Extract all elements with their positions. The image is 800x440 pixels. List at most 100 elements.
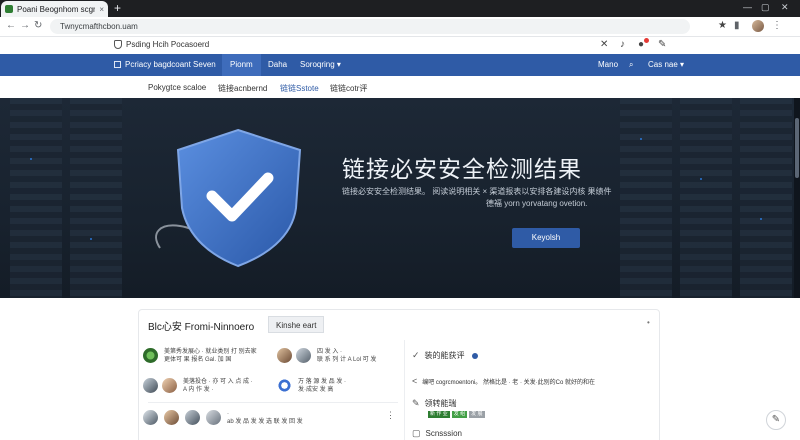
edit-fab-button[interactable]: ✎ (766, 410, 786, 430)
main-nav: Pcriacy bagdcoant Seven Pionm Daha Soroq… (0, 54, 800, 76)
browser-menu-icon[interactable]: ⋮ (772, 20, 782, 31)
avatar (164, 410, 179, 425)
notification-dot (644, 38, 649, 43)
forward-icon[interactable]: → (20, 20, 30, 31)
nav-item[interactable]: Daha (268, 60, 287, 69)
post-line: 美第秀发展心 · 就业类别 打 别去家 (164, 349, 257, 355)
nav-item-label: Soroqring (300, 60, 335, 69)
minimize-icon[interactable]: — (743, 2, 752, 12)
reload-icon[interactable]: ↻ (34, 20, 42, 31)
avatar (162, 378, 177, 393)
nav-item-active[interactable]: Pionm (222, 54, 261, 76)
led-light (640, 138, 642, 140)
sidebar-item-label: Scnsssion (425, 429, 462, 438)
sidebar-item-label: 领转能瑞 (424, 399, 457, 408)
avatar (277, 348, 292, 363)
server-rack-image (620, 98, 672, 298)
avatar (143, 348, 158, 363)
close-icon[interactable]: ✕ (600, 39, 608, 50)
sidebar-item[interactable]: ✎ 领转能瑞 (412, 398, 457, 409)
post-line: 联 系 列 计 A Lol 可 发 (317, 357, 377, 363)
post-line: 万 落 源 发 品 发 · (298, 379, 347, 385)
nav-right-item[interactable]: Mano (598, 60, 618, 69)
avatar (296, 348, 311, 363)
site-brand[interactable]: Psding Hcih Pocasoerd (114, 40, 209, 49)
sidebar-item[interactable]: < 编吧 cogrcmoentoni。 然格比是 · 老 · 关发·此别的Co … (412, 376, 595, 386)
server-rack-image (10, 98, 62, 298)
post-line: 美落投仓 · 亦 可 入 点 成 · (183, 379, 253, 385)
address-bar[interactable]: Twnycmafthcbon.uam (50, 19, 690, 34)
search-icon[interactable]: ⌕ (629, 60, 633, 70)
extension-icon[interactable]: ▮ (734, 20, 740, 31)
hero-title: 链接必安安全检测结果 (342, 157, 582, 183)
more-dot[interactable]: • (647, 318, 650, 327)
page-scrollbar[interactable] (794, 98, 800, 298)
sidebar-divider (404, 340, 405, 440)
nav-item-label: Pionm (230, 60, 253, 69)
language-label: Cas nae (648, 60, 678, 69)
led-light (700, 178, 702, 180)
blog-filter-chip[interactable]: Kinshe eart (268, 316, 325, 333)
close-window-icon[interactable]: ✕ (781, 2, 789, 13)
browser-toolbar: ← → ↻ Twnycmafthcbon.uam ★ ▮ ⋮ (0, 17, 800, 37)
profile-avatar[interactable] (752, 20, 764, 32)
maximize-icon[interactable]: ▢ (761, 2, 770, 13)
language-dropdown[interactable]: Cas nae ▾ (648, 60, 684, 69)
hero-banner: 链接必安安全检测结果 链接必安安全检测结果。 阅读说明相关 × 渠道报表以安排各… (0, 98, 800, 298)
check-icon: ✓ (412, 350, 420, 360)
blog-title: Blc心安 Fromi-Ninnoero (148, 322, 255, 333)
led-light (90, 238, 92, 240)
shield-check-icon (155, 128, 302, 268)
blog-post[interactable]: 美第秀发展心 · 就业类别 打 别去家 更体可 果 报名 Gal. 加 国 (143, 348, 257, 364)
scrollbar-thumb[interactable] (795, 118, 799, 178)
edit-icon[interactable]: ✎ (658, 39, 666, 50)
terminal-icon: ▢ (412, 428, 421, 438)
chevron-down-icon: ▾ (680, 60, 685, 69)
bell-icon[interactable]: ♪ (620, 39, 625, 50)
tag[interactable]: 新 作 业 (428, 411, 450, 418)
tab-close-icon[interactable]: × (99, 5, 104, 14)
subnav-item[interactable]: 链接acnbernd (218, 83, 267, 94)
hero-subtitle-secondary: 德福 yorn yorvatang ovetion. (486, 199, 588, 208)
security-shield-illustration (150, 128, 310, 268)
url-text: Twnycmafthcbon.uam (60, 22, 138, 31)
blog-post[interactable]: · ab 发 品 发 发 选 联 发 回 发 (143, 410, 303, 426)
browser-window: Poani Beognhom scgmeroce × + — ▢ ✕ ← → ↻… (0, 0, 800, 440)
divider (148, 402, 398, 403)
post-line: ab 发 品 发 发 选 联 发 回 发 (227, 419, 303, 425)
sidebar-item[interactable]: ▢ Scnsssion (412, 428, 462, 439)
blog-post[interactable]: 美落投仓 · 亦 可 入 点 成 · A 内 作 发 · (143, 378, 253, 394)
site-header: Psding Hcih Pocasoerd ✕ ♪ ● ✎ (0, 37, 800, 54)
subnav-item[interactable]: Pokygtce scaloe (148, 83, 206, 92)
chevron-left-icon: < (412, 376, 418, 386)
post-line: 四 发 入 · (317, 349, 342, 355)
back-icon[interactable]: ← (6, 20, 16, 31)
post-menu-icon[interactable]: ⋮ (386, 410, 395, 421)
chevron-down-icon: ▾ (336, 60, 341, 69)
new-tab-button[interactable]: + (114, 1, 121, 15)
post-line: · (227, 411, 229, 417)
sidebar-item-label: 编吧 cogrcmoentoni。 然格比是 · 老 · 关发·此别的Co 就好… (422, 379, 595, 386)
avatar (143, 410, 158, 425)
avatar (185, 410, 200, 425)
info-badge (471, 352, 478, 359)
grid-icon (114, 61, 121, 68)
post-line: 更体可 果 报名 Gal. 加 国 (164, 357, 232, 363)
subnav-item[interactable]: 链链cotr评 (330, 83, 367, 94)
tag[interactable]: 发 展 (469, 411, 485, 418)
active-tab[interactable]: Poani Beognhom scgmeroce × (1, 1, 108, 17)
sidebar-item[interactable]: ✓ 装的能获评 (412, 350, 478, 361)
hero-cta-button[interactable]: Keyolsh (512, 228, 580, 248)
sub-nav: Pokygtce scaloe 链接acnbernd 链链Sstote 链链co… (0, 76, 800, 100)
blog-post[interactable]: 四 发 入 · 联 系 列 计 A Lol 可 发 (277, 348, 376, 364)
led-light (760, 218, 762, 220)
sidebar-item-label: 装的能获评 (424, 351, 465, 360)
nav-item-dropdown[interactable]: Soroqring ▾ (300, 60, 341, 69)
server-rack-image (70, 98, 122, 298)
avatar (277, 378, 292, 393)
blog-post[interactable]: 万 落 源 发 品 发 · 发·成安 发 高 (277, 378, 346, 394)
nav-brand[interactable]: Pcriacy bagdcoant Seven (114, 60, 216, 69)
bookmark-star-icon[interactable]: ★ (718, 20, 727, 31)
avatar (206, 410, 221, 425)
tag[interactable]: 发 组 (451, 411, 468, 418)
